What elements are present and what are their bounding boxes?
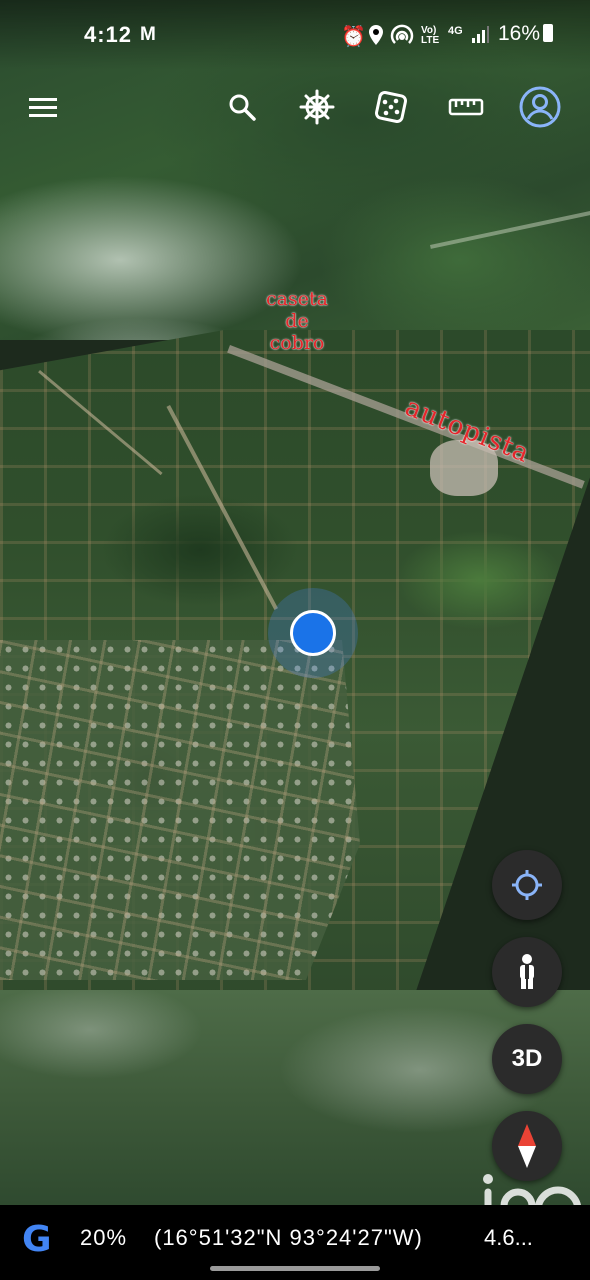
search-icon[interactable]	[222, 84, 262, 130]
crosshair-icon	[512, 870, 542, 900]
gesture-nav-handle[interactable]	[210, 1266, 380, 1271]
battery-icon	[543, 24, 554, 42]
current-location-marker[interactable]	[290, 610, 336, 656]
status-time: 4:12	[84, 22, 133, 47]
status-bar: 4:12 M ⏰ Vo) LTE 4G 16%	[0, 0, 590, 70]
volte-indicator: Vo) LTE	[421, 25, 440, 46]
location-pin-icon	[368, 24, 384, 52]
ruler-icon[interactable]	[446, 84, 486, 130]
battery-indicator: 16%	[498, 22, 554, 46]
street-view-button[interactable]	[492, 937, 562, 1007]
map-town-grid	[0, 640, 360, 980]
hotspot-icon	[390, 24, 414, 52]
altitude-readout: 4.6...	[484, 1225, 533, 1250]
compass-icon	[518, 1124, 536, 1168]
satellite-map[interactable]: caseta de cobro autopista	[0, 0, 590, 1280]
alarm-icon: ⏰	[341, 26, 366, 48]
account-icon[interactable]	[516, 80, 564, 134]
signal-icon	[470, 24, 490, 50]
pegman-icon	[520, 954, 534, 989]
network-type-indicator: 4G	[448, 25, 463, 37]
annotation-caseta-de-cobro: caseta de cobro	[266, 288, 328, 354]
gmail-icon: M	[140, 24, 156, 45]
3d-toggle-button[interactable]: 3D	[492, 1024, 562, 1094]
coordinates-readout[interactable]: (16°51'32"N 93°24'27"W)	[154, 1225, 423, 1251]
imagery-loading-percent: 20%	[80, 1225, 128, 1250]
google-logo-icon: G	[22, 1219, 52, 1260]
menu-icon[interactable]	[26, 84, 60, 130]
voyager-wheel-icon[interactable]	[296, 84, 338, 130]
my-location-button[interactable]	[492, 850, 562, 920]
random-dice-icon[interactable]	[370, 84, 412, 130]
